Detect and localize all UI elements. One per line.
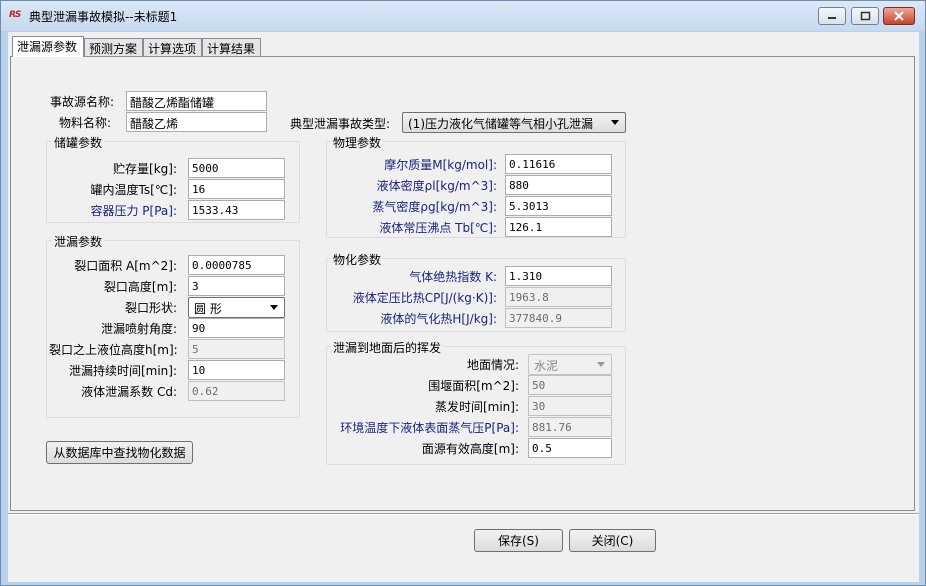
minimize-button[interactable] (818, 7, 846, 25)
window-title: 典型泄漏事故模拟--未标题1 (29, 10, 178, 24)
chemical-group-title: 物化参数 (331, 251, 384, 268)
storage-pressure-field[interactable]: 1533.43 (188, 200, 285, 220)
liquid-level-label: 裂口之上液位高度h[m]: (49, 343, 178, 357)
liquid-density-label: 液体密度ρl[kg/m^3]: (376, 179, 497, 193)
tab-prediction[interactable]: 预测方案 (84, 38, 143, 56)
app-window: RS 典型泄漏事故模拟--未标题1 泄漏源参数 预测方案 计算选项 计算结果 事… (0, 0, 926, 586)
leak-duration-label: 泄漏持续时间[min]: (68, 364, 177, 378)
leak-shape-select[interactable]: 圆 形 (188, 297, 285, 318)
vaporization-heat-label: 液体的气化热H[J/kg]: (380, 312, 497, 326)
dike-area-label: 围堰面积[m^2]: (428, 379, 519, 393)
storage-temp-field[interactable]: 16 (188, 179, 285, 199)
leak-area-field[interactable]: 0.0000785 (188, 255, 285, 275)
vapor-pressure-label: 环境温度下液体表面蒸气压P[Pa]: (340, 421, 519, 435)
storage-temp-label: 罐内温度Ts[℃]: (90, 183, 177, 197)
leak-duration-field[interactable]: 10 (188, 360, 285, 380)
vapor-density-label: 蒸气密度ρg[kg/m^3]: (372, 200, 497, 214)
app-logo-icon: RS (9, 10, 21, 20)
chevron-down-icon (611, 120, 619, 125)
maximize-icon (860, 11, 870, 21)
source-name-field[interactable]: 醋酸乙烯酯储罐 (126, 91, 267, 111)
storage-mass-label: 贮存量[kg]: (113, 162, 177, 176)
tab-calc-results[interactable]: 计算结果 (202, 38, 261, 56)
dike-area-field: 50 (528, 375, 612, 395)
tab-source-params[interactable]: 泄漏源参数 (12, 36, 84, 57)
close-window-button[interactable] (883, 7, 915, 25)
leak-type-label: 典型泄漏事故类型: (290, 117, 391, 131)
save-button[interactable]: 保存(S) (474, 529, 563, 552)
close-icon (894, 11, 904, 21)
vaporization-heat-field: 377840.9 (505, 308, 612, 328)
ground-condition-select: 水泥 (528, 354, 612, 375)
chevron-down-icon (270, 305, 278, 310)
maximize-button[interactable] (851, 7, 879, 25)
leak-group-title: 泄漏参数 (52, 233, 105, 250)
leak-coef-field: 0.62 (188, 381, 285, 401)
storage-mass-field[interactable]: 5000 (188, 158, 285, 178)
leak-type-select[interactable]: (1)压力液化气储罐等气相小孔泄漏 (402, 112, 626, 133)
leak-type-value: (1)压力液化气储罐等气相小孔泄漏 (408, 117, 593, 131)
evaporation-time-field: 30 (528, 396, 612, 416)
material-field[interactable]: 醋酸乙烯 (126, 112, 267, 132)
boiling-point-field[interactable]: 126.1 (505, 217, 612, 237)
leak-area-label: 裂口面积 A[m^2]: (74, 259, 177, 273)
leak-angle-label: 泄漏喷射角度: (100, 322, 177, 336)
leak-angle-field[interactable]: 90 (188, 318, 285, 338)
minimize-icon (828, 17, 836, 19)
evaporation-time-label: 蒸发时间[min]: (434, 400, 519, 414)
physical-group-title: 物理参数 (331, 134, 384, 151)
specific-heat-label: 液体定压比热CP[J/(kg·K)]: (352, 291, 497, 305)
vapor-pressure-field: 881.76 (528, 417, 612, 437)
leak-shape-label: 裂口形状: (124, 301, 177, 315)
material-label: 物料名称: (59, 116, 112, 130)
vapor-density-field[interactable]: 5.3013 (505, 196, 612, 216)
close-button[interactable]: 关闭(C) (569, 529, 656, 552)
ground-condition-value: 水泥 (534, 359, 559, 373)
ground-condition-label: 地面情况: (466, 358, 519, 372)
adiabatic-index-field[interactable]: 1.310 (505, 266, 612, 286)
effective-height-field[interactable]: 0.5 (528, 438, 612, 458)
adiabatic-index-label: 气体绝热指数 K: (409, 270, 497, 284)
source-params-panel: 事故源名称: 醋酸乙烯酯储罐 物料名称: 醋酸乙烯 典型泄漏事故类型: (1)压… (10, 56, 915, 511)
leak-height-label: 裂口高度[m]: (103, 280, 177, 294)
leak-shape-value: 圆 形 (194, 302, 222, 316)
liquid-density-field[interactable]: 880 (505, 175, 612, 195)
effective-height-label: 面源有效高度[m]: (421, 442, 519, 456)
lookup-database-button[interactable]: 从数据库中查找物化数据 (46, 441, 193, 464)
storage-group-title: 储罐参数 (52, 134, 105, 151)
evaporation-group-title: 泄漏到地面后的挥发 (331, 339, 444, 356)
molar-mass-field[interactable]: 0.11616 (505, 154, 612, 174)
chevron-down-icon (597, 362, 605, 367)
client-area: 泄漏源参数 预测方案 计算选项 计算结果 事故源名称: 醋酸乙烯酯储罐 物料名称… (8, 32, 919, 582)
molar-mass-label: 摩尔质量M[kg/mol]: (384, 158, 497, 172)
liquid-level-field: 5 (188, 339, 285, 359)
storage-pressure-label: 容器压力 P[Pa]: (90, 204, 177, 218)
specific-heat-field: 1963.8 (505, 287, 612, 307)
tab-calc-options[interactable]: 计算选项 (143, 38, 202, 56)
leak-height-field[interactable]: 3 (188, 276, 285, 296)
leak-coef-label: 液体泄漏系数 Cd: (81, 385, 177, 399)
bottom-separator (8, 513, 919, 515)
source-name-label: 事故源名称: (50, 95, 115, 109)
boiling-point-label: 液体常压沸点 Tb[℃]: (379, 221, 497, 235)
title-bar: RS 典型泄漏事故模拟--未标题1 (1, 1, 925, 31)
